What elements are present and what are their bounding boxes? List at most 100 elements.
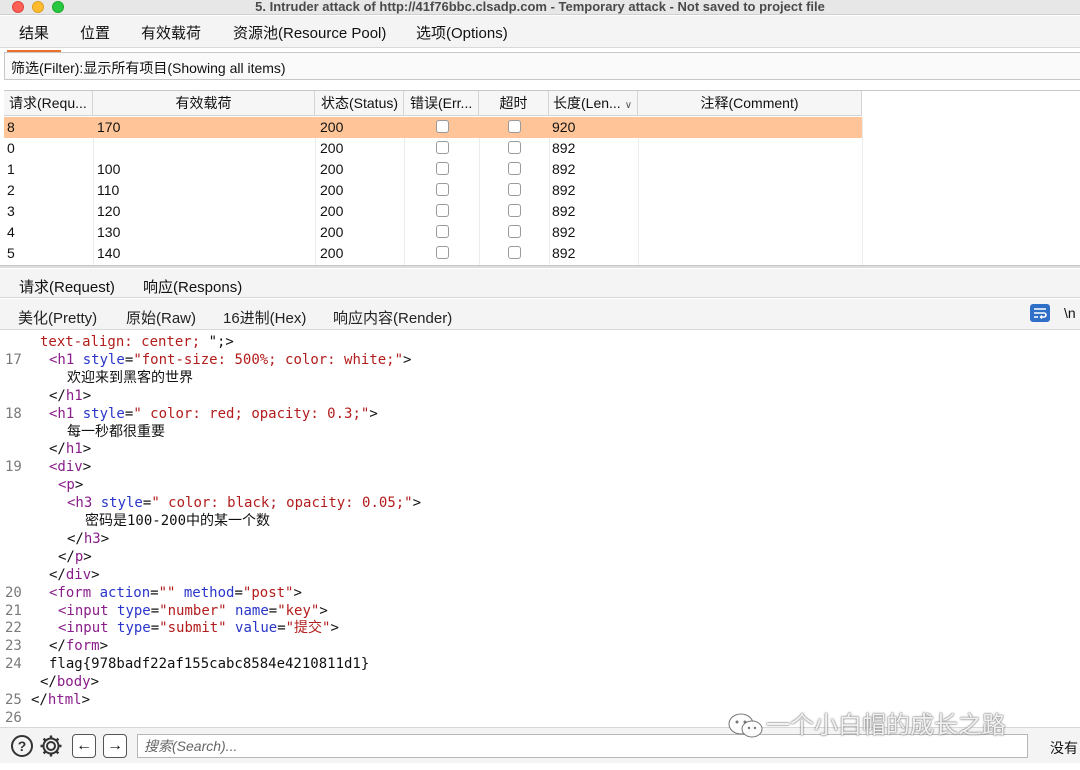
code-token: </ <box>49 638 66 655</box>
table-row[interactable]: 3 120 200 892 <box>4 201 862 222</box>
error-checkbox[interactable] <box>436 183 449 196</box>
cell-length: 892 <box>552 203 576 219</box>
view-tab-bar: 美化(Pretty) 原始(Raw) 16进制(Hex) 响应内容(Render… <box>0 299 1080 335</box>
gear-icon[interactable] <box>39 734 63 758</box>
table-row[interactable]: 1 100 200 892 <box>4 159 862 180</box>
tab-positions[interactable]: 位置 <box>80 22 110 43</box>
cell-request: 0 <box>7 140 15 156</box>
code-token: <input <box>58 620 118 637</box>
filter-bar[interactable]: 筛选(Filter):显示所有项目(Showing all items) <box>4 52 1080 80</box>
cell-request: 2 <box>7 182 15 198</box>
line-number: 25 <box>5 692 22 708</box>
line-number: 24 <box>5 656 22 673</box>
code-line: 19 <div> <box>0 458 1080 476</box>
tab-render[interactable]: 响应内容(Render) <box>333 307 452 328</box>
tab-options[interactable]: 选项(Options) <box>416 22 508 43</box>
tab-request[interactable]: 请求(Request) <box>19 276 115 297</box>
code-line-content: <div> <box>49 458 91 476</box>
column-header-error[interactable]: 错误(Err... <box>404 91 479 116</box>
cell-status: 200 <box>320 140 344 156</box>
code-token: "number" <box>159 602 227 619</box>
timeout-checkbox[interactable] <box>508 141 521 154</box>
code-token: = <box>268 602 278 619</box>
code-token: = <box>150 620 160 637</box>
code-token: h1 <box>65 441 83 458</box>
timeout-checkbox[interactable] <box>508 120 521 133</box>
table-row[interactable]: 5 140 200 892 <box>4 243 862 264</box>
tab-raw[interactable]: 原始(Raw) <box>126 307 196 328</box>
code-line: 23 </form> <box>0 637 1080 655</box>
code-token: > <box>74 477 84 494</box>
code-token: "font-size: 500%; color: white;" <box>133 351 404 368</box>
error-checkbox[interactable] <box>436 141 449 154</box>
code-line-content: </body> <box>40 673 99 691</box>
code-token: "" <box>158 584 176 601</box>
timeout-checkbox[interactable] <box>508 246 521 259</box>
arrow-left-icon[interactable]: ← <box>72 734 96 758</box>
code-token: > <box>412 495 422 512</box>
code-token: " color: black; opacity: 0.05;" <box>151 495 413 512</box>
response-code-view[interactable]: text-align: center; ";> 17 <h1 style="font… <box>0 331 1080 726</box>
code-line-content: </html> <box>31 691 90 709</box>
tab-pretty[interactable]: 美化(Pretty) <box>13 307 102 335</box>
column-header-timeout[interactable]: 超时 <box>479 91 549 116</box>
table-row[interactable]: 4 130 200 892 <box>4 222 862 243</box>
code-line: <h3 style=" color: black; opacity: 0.05;… <box>0 494 1080 512</box>
code-line: 18 <h1 style=" color: red; opacity: 0.3;"… <box>0 405 1080 423</box>
code-token: style <box>100 495 143 512</box>
code-line: 24 flag{978badf22af155cabc8584e4210811d1} <box>0 655 1080 673</box>
help-icon[interactable]: ? <box>11 735 33 757</box>
line-number: 18 <box>5 405 22 422</box>
code-line: 20 <form action="" method="post"> <box>0 584 1080 602</box>
code-line: </h3> <box>0 530 1080 548</box>
code-line: </div> <box>0 566 1080 584</box>
table-row[interactable]: 8 170 200 920 <box>4 117 862 138</box>
table-row[interactable]: 0 200 892 <box>4 138 862 159</box>
tab-resource-pool[interactable]: 资源池(Resource Pool) <box>233 22 386 43</box>
timeout-checkbox[interactable] <box>508 162 521 175</box>
show-newlines-button[interactable]: \n <box>1064 305 1076 321</box>
error-checkbox[interactable] <box>436 204 449 217</box>
code-line-content: </h3> <box>67 530 109 548</box>
error-checkbox[interactable] <box>436 225 449 238</box>
tab-hex[interactable]: 16进制(Hex) <box>223 307 306 328</box>
column-header-status[interactable]: 状态(Status) <box>315 91 404 116</box>
code-line: </p> <box>0 548 1080 566</box>
pane-splitter[interactable] <box>0 265 1080 268</box>
tab-payloads[interactable]: 有效载荷 <box>141 22 201 43</box>
cell-length: 892 <box>552 182 576 198</box>
code-token: = <box>150 602 160 619</box>
error-checkbox[interactable] <box>436 246 449 259</box>
cell-status: 200 <box>320 182 344 198</box>
wrap-lines-icon[interactable] <box>1030 304 1050 322</box>
code-token: form <box>65 638 100 655</box>
column-header-label: 请求(Requ... <box>9 95 87 111</box>
column-header-length[interactable]: 长度(Len... ∨ <box>549 91 638 116</box>
code-token: "key" <box>277 602 320 619</box>
timeout-checkbox[interactable] <box>508 204 521 217</box>
column-header-payload[interactable]: 有效载荷 <box>93 91 315 116</box>
error-checkbox[interactable] <box>436 120 449 133</box>
code-token: 100-200 <box>127 513 187 529</box>
search-match-count: 没有 <box>1050 740 1078 756</box>
column-header-label: 超时 <box>499 95 528 111</box>
code-line-content: 欢迎来到黑客的世界 <box>67 369 193 387</box>
timeout-checkbox[interactable] <box>508 225 521 238</box>
arrow-right-icon[interactable]: → <box>103 734 127 758</box>
timeout-checkbox[interactable] <box>508 183 521 196</box>
column-header-label: 长度(Len... <box>553 95 621 111</box>
code-line: 欢迎来到黑客的世界 <box>0 369 1080 387</box>
tab-response[interactable]: 响应(Respons) <box>126 276 259 304</box>
tab-results[interactable]: 结果 <box>6 22 62 52</box>
code-token: > <box>403 351 412 368</box>
column-header-request[interactable]: 请求(Requ... <box>4 91 93 116</box>
cell-status: 200 <box>320 161 344 177</box>
code-token: </ <box>49 566 66 583</box>
error-checkbox[interactable] <box>436 162 449 175</box>
filter-label: 筛选(Filter):显示所有项目(Showing all items) <box>11 60 286 76</box>
cell-payload: 120 <box>97 203 121 219</box>
code-token: > <box>82 441 92 458</box>
table-row[interactable]: 2 110 200 892 <box>4 180 862 201</box>
code-token: > <box>90 674 100 691</box>
column-header-comment[interactable]: 注释(Comment) <box>638 91 862 116</box>
